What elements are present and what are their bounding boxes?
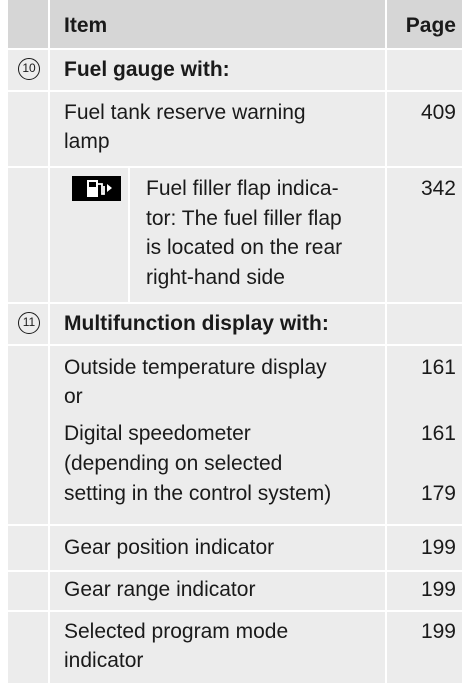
callout-number: 10 bbox=[18, 58, 40, 80]
table-row: Digital speedometer (depending on select… bbox=[8, 418, 462, 524]
entry-line: Gear range indicator bbox=[64, 578, 256, 601]
entry-line: Selected program mode bbox=[64, 620, 289, 643]
page-number: 409 bbox=[420, 101, 456, 124]
section-heading: 10 Fuel gauge with: bbox=[8, 50, 462, 88]
entry-line: right-hand side bbox=[146, 266, 285, 289]
page-number: 199 bbox=[420, 620, 456, 643]
table-row: Selected program mode indicator 199 bbox=[8, 612, 462, 683]
page-number: 179 bbox=[420, 482, 456, 505]
table-header: Item Page bbox=[8, 0, 462, 48]
entry-line: (depending on selected bbox=[64, 452, 283, 475]
page-number: 161 bbox=[420, 356, 456, 379]
entry-line: setting in the control system) bbox=[64, 482, 332, 505]
table-row: Gear range indicator 199 bbox=[8, 572, 462, 608]
callout-number: 11 bbox=[18, 312, 40, 334]
entry-line: Fuel filler flap indica- bbox=[146, 177, 339, 200]
fuel-pump-icon bbox=[72, 176, 121, 201]
page-number: 199 bbox=[420, 578, 456, 601]
entry-line: Fuel tank reserve warning bbox=[64, 101, 306, 124]
entry-line: Digital speedometer bbox=[64, 422, 251, 445]
entry-line: Outside temperature display bbox=[64, 356, 327, 379]
entry-line: tor: The fuel filler flap bbox=[146, 207, 342, 230]
header-item: Item bbox=[64, 14, 108, 37]
entry-line: is located on the rear bbox=[146, 236, 343, 259]
entry-line: lamp bbox=[64, 130, 110, 153]
header-page: Page bbox=[405, 14, 456, 37]
table-row: Gear position indicator 199 bbox=[8, 526, 462, 570]
section-heading: 11 Multifunction display with: bbox=[8, 304, 462, 342]
page-number: 342 bbox=[420, 177, 456, 200]
reference-table: Item Page 10 Fuel gauge with: Fuel tank … bbox=[8, 0, 462, 683]
page-number: 161 bbox=[420, 422, 456, 445]
entry-line: Gear position indicator bbox=[64, 536, 275, 559]
section-title: Multifunction display with: bbox=[64, 312, 329, 335]
entry-line: indicator bbox=[64, 649, 144, 672]
table-row: Outside temperature display or 161 bbox=[8, 346, 462, 418]
entry-line: or bbox=[64, 385, 83, 408]
table-row: Fuel tank reserve warning lamp 409 bbox=[8, 92, 462, 166]
page-number: 199 bbox=[420, 536, 456, 559]
section-title: Fuel gauge with: bbox=[64, 58, 230, 81]
